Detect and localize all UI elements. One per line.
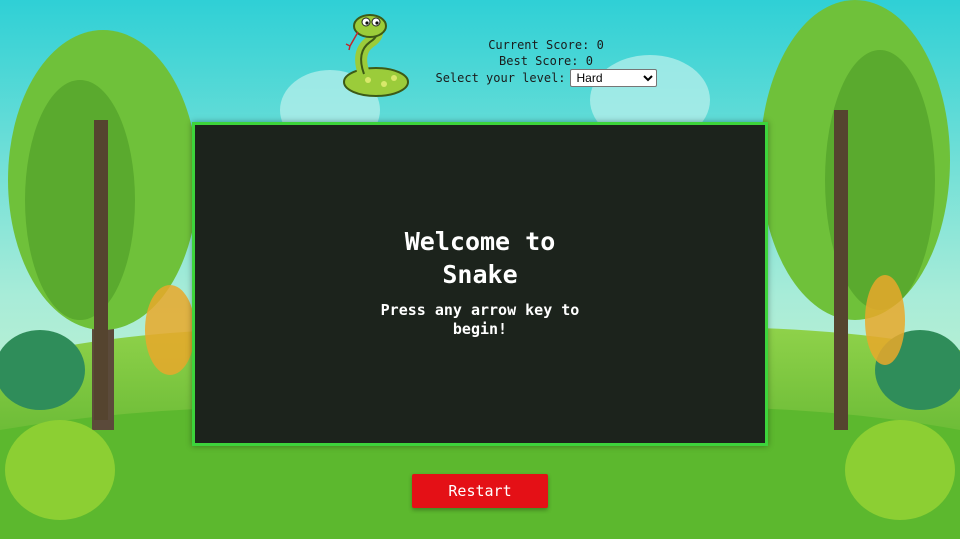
best-score-value: 0 (585, 54, 593, 68)
welcome-subtitle: Press any arrow key to begin! (380, 301, 580, 338)
current-score: Current Score: 0 (430, 37, 662, 53)
current-score-label: Current Score: (488, 38, 590, 52)
scoreboard: Current Score: 0 Best Score: 0 Select yo… (430, 37, 662, 87)
restart-button[interactable]: Restart (412, 474, 548, 508)
welcome-message: Welcome to Snake Press any arrow key to … (365, 225, 595, 339)
level-row: Select your level: Hard (430, 69, 662, 87)
level-label: Select your level: (435, 71, 566, 85)
welcome-title: Welcome to Snake (404, 227, 556, 289)
current-score-value: 0 (596, 38, 604, 52)
best-score-label: Best Score: (499, 54, 579, 68)
best-score: Best Score: 0 (430, 53, 662, 69)
game-board[interactable]: Welcome to Snake Press any arrow key to … (192, 122, 768, 446)
snake-icon (343, 14, 409, 97)
level-select[interactable]: Hard (569, 69, 657, 87)
